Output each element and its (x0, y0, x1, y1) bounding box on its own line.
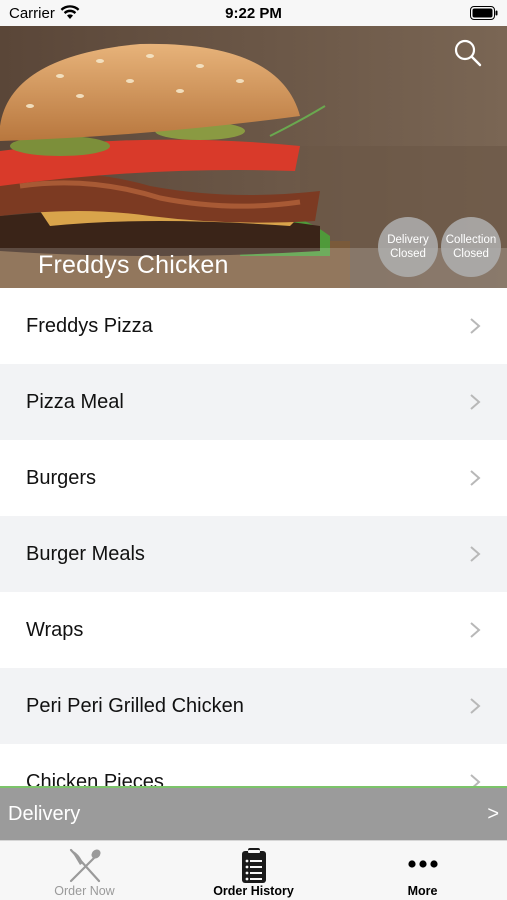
collection-status-badge: Collection Closed (441, 217, 501, 277)
menu-category-list[interactable]: Freddys Pizza Pizza Meal Burgers Burger … (0, 288, 507, 787)
delivery-status-line1: Delivery (387, 234, 429, 246)
collection-status-line1: Collection (445, 234, 497, 246)
delivery-status-line2: Closed (390, 248, 426, 260)
tab-label: Order Now (54, 884, 115, 898)
tab-label: Order History (213, 884, 294, 898)
fork-knife-icon (69, 848, 101, 883)
menu-item-label: Peri Peri Grilled Chicken (26, 694, 244, 717)
tab-order-history[interactable]: Order History (169, 841, 338, 900)
menu-item-peri-peri-grilled-chicken[interactable]: Peri Peri Grilled Chicken (0, 668, 507, 744)
chevron-right-icon (470, 698, 481, 714)
menu-item-label: Pizza Meal (26, 390, 124, 413)
menu-item-label: Burger Meals (26, 542, 145, 565)
menu-item-freddys-pizza[interactable]: Freddys Pizza (0, 288, 507, 364)
tab-order-now[interactable]: Order Now (0, 841, 169, 900)
chevron-right-icon (470, 622, 481, 638)
tab-label: More (407, 884, 438, 898)
tab-more[interactable]: More (338, 841, 507, 900)
menu-item-wraps[interactable]: Wraps (0, 592, 507, 668)
status-bar: Carrier 9:22 PM (0, 0, 507, 26)
delivery-mode-bar[interactable]: Delivery > (0, 788, 507, 840)
delivery-status-badge: Delivery Closed (378, 217, 438, 277)
chevron-right-icon (470, 546, 481, 562)
chevron-right-icon (470, 318, 481, 334)
menu-item-chicken-pieces[interactable]: Chicken Pieces (0, 744, 507, 787)
delivery-arrow-icon: > (487, 803, 499, 825)
battery-icon (470, 6, 498, 25)
chevron-right-icon (470, 470, 481, 486)
more-dots-icon (407, 860, 438, 868)
delivery-mode-label: Delivery (8, 803, 81, 825)
menu-item-label: Burgers (26, 466, 97, 489)
clock-label: 9:22 PM (225, 5, 282, 22)
bottom-tab-bar: Order Now Order History More (0, 840, 507, 900)
menu-item-burger-meals[interactable]: Burger Meals (0, 516, 507, 592)
chevron-right-icon (470, 394, 481, 410)
menu-item-label: Chicken Pieces (26, 770, 164, 788)
menu-item-label: Wraps (26, 618, 84, 641)
chevron-right-icon (470, 774, 481, 787)
restaurant-name: Freddys Chicken (38, 251, 229, 279)
search-icon (454, 39, 482, 67)
search-button[interactable] (453, 38, 483, 68)
menu-item-pizza-meal[interactable]: Pizza Meal (0, 364, 507, 440)
menu-item-burgers[interactable]: Burgers (0, 440, 507, 516)
collection-status-line2: Closed (453, 248, 489, 260)
clipboard-list-icon (241, 848, 266, 883)
restaurant-hero-banner: Freddys Chicken Delivery Closed Collecti… (0, 26, 507, 288)
menu-item-label: Freddys Pizza (26, 314, 153, 337)
